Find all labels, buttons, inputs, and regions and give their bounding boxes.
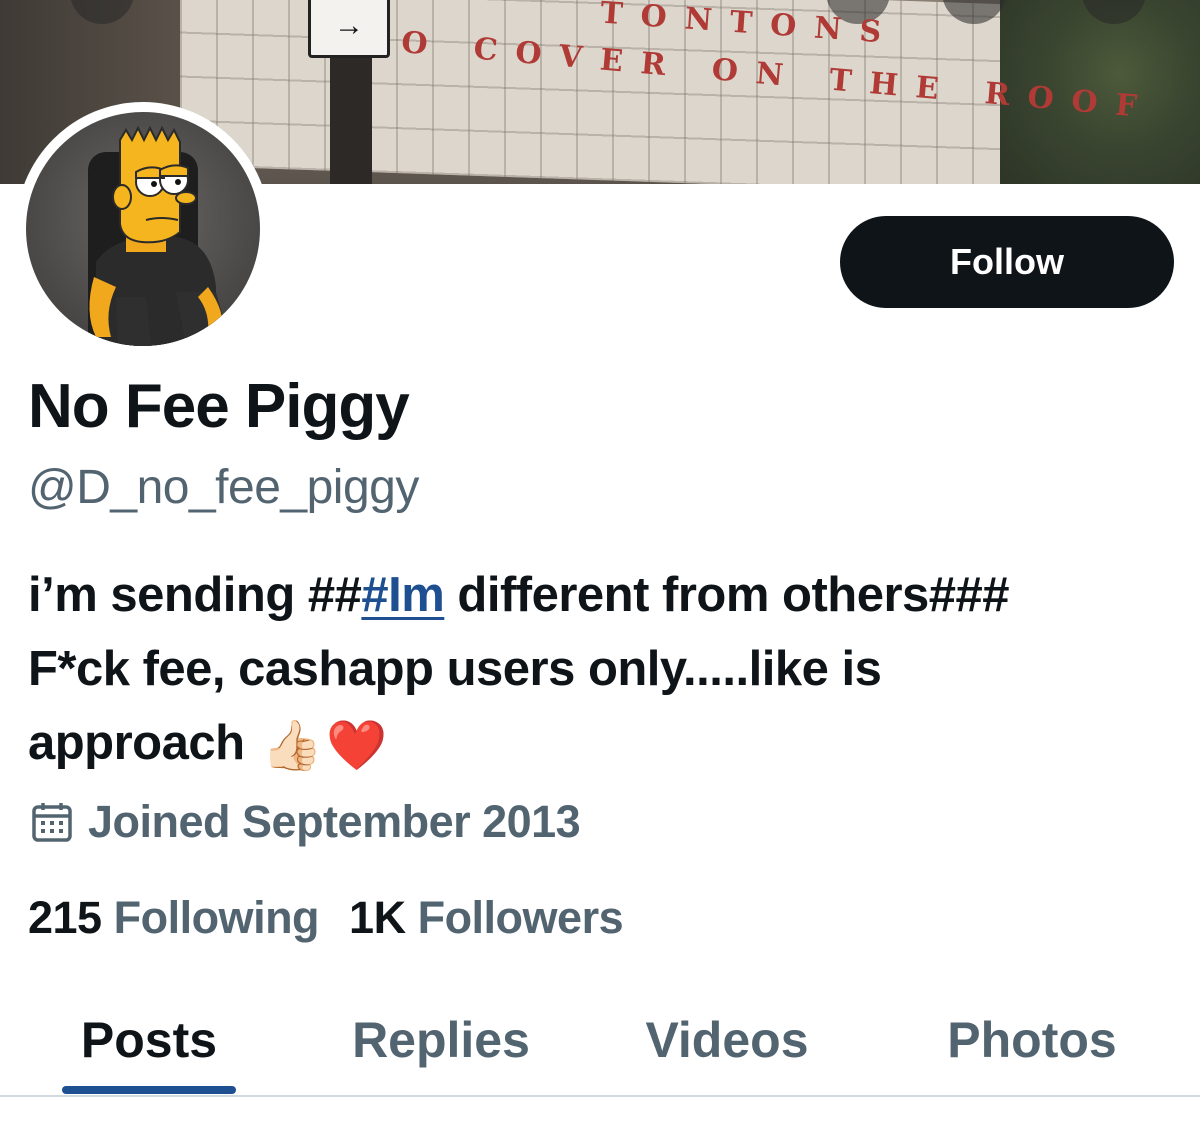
user-handle: @D_no_fee_piggy <box>28 461 419 514</box>
red-heart-icon: ❤️ <box>326 719 387 774</box>
profile-page: → TONTONS O COVER ON THE ROOF Follow No … <box>0 0 1200 1124</box>
tab-posts[interactable]: Posts <box>62 990 236 1090</box>
following-label: Following <box>113 892 320 943</box>
bio-text: i’m sending ## <box>28 568 362 622</box>
banner-sign-pole <box>330 52 372 184</box>
arrow-right-icon: → <box>334 9 364 42</box>
follow-stats: 215 Following 1K Followers <box>28 888 624 948</box>
bio-hashtag-link[interactable]: #Im <box>361 568 444 622</box>
profile-tabs: Posts Replies Videos Photos <box>0 990 1200 1096</box>
following-count: 215 <box>28 892 102 943</box>
followers-link[interactable]: 1K Followers <box>349 892 624 944</box>
follow-button[interactable]: Follow <box>840 216 1174 308</box>
avatar[interactable] <box>16 102 270 356</box>
tab-replies[interactable]: Replies <box>330 990 552 1090</box>
joined-date-text: Joined September 2013 <box>88 796 581 847</box>
joined-date-row: Joined September 2013 <box>30 790 581 854</box>
thumbs-up-icon: 👍🏻 <box>261 719 323 774</box>
calendar-icon <box>32 803 72 842</box>
tabs-divider <box>0 1095 1200 1097</box>
active-tab-indicator <box>62 1086 236 1094</box>
profile-bio: i’m sending ###Im different from others#… <box>28 558 1028 783</box>
display-name: No Fee Piggy <box>28 372 410 441</box>
followers-count: 1K <box>349 892 406 943</box>
tab-videos[interactable]: Videos <box>622 990 832 1090</box>
follow-button-label: Follow <box>950 241 1064 282</box>
following-link[interactable]: 215 Following <box>28 892 320 944</box>
followers-label: Followers <box>417 892 624 943</box>
tab-photos[interactable]: Photos <box>926 990 1138 1090</box>
avatar-image <box>26 112 260 346</box>
cartoon-character-avatar-icon <box>88 125 231 346</box>
banner-one-way-sign: → <box>308 0 390 58</box>
